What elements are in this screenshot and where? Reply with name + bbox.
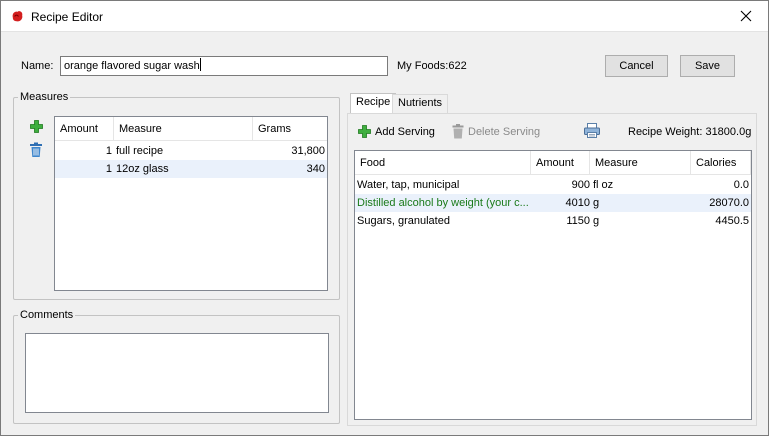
measures-table: Amount Measure Grams 1 full recipe 31,80… <box>54 116 328 291</box>
my-foods-count: My Foods:622 <box>397 60 467 72</box>
measure-grams: 340 <box>306 163 325 175</box>
add-icon <box>358 125 371 138</box>
food-measure: g <box>593 215 600 227</box>
tab-recipe-label: Recipe <box>356 96 391 108</box>
comments-legend: Comments <box>20 309 74 321</box>
measure-amount: 1 <box>105 163 112 175</box>
food-amount: 1150 <box>566 215 590 227</box>
trash-icon[interactable] <box>29 142 43 158</box>
recipe-foods-table: Food Amount Measure Calories Water, tap,… <box>354 150 752 420</box>
tab-nutrients[interactable]: Nutrients <box>392 94 449 113</box>
window-title: Recipe Editor <box>31 10 104 24</box>
column-header-calories[interactable]: Calories <box>691 151 751 175</box>
table-row[interactable]: Distilled alcohol by weight (your c... 4… <box>355 194 751 212</box>
name-label: Name: <box>21 60 54 72</box>
table-row[interactable]: Sugars, granulated 1150 g 4450.5 <box>355 212 751 230</box>
column-header-amount[interactable]: Amount <box>55 117 114 141</box>
tab-recipe[interactable]: Recipe <box>350 93 397 114</box>
delete-serving-label: Delete Serving <box>468 125 541 138</box>
food-measure: fl oz <box>593 179 614 191</box>
save-button-label: Save <box>694 60 721 72</box>
cancel-button[interactable]: Cancel <box>605 55 668 77</box>
food-name: Distilled alcohol by weight (your c... <box>357 197 529 209</box>
text-caret <box>199 58 201 71</box>
add-serving-label: Add Serving <box>375 125 435 138</box>
food-calories: 28070.0 <box>709 197 749 209</box>
measure-amount: 1 <box>105 145 112 157</box>
measures-table-header: Amount Measure Grams <box>55 117 327 141</box>
table-row[interactable]: 1 full recipe 31,800 <box>55 142 327 160</box>
measure-name: 12oz glass <box>116 163 169 175</box>
recipe-tab-panel: Add Serving Delete Serving Recipe Weight… <box>347 113 757 426</box>
table-row[interactable]: 1 12oz glass 340 <box>55 160 327 178</box>
food-calories: 0.0 <box>733 179 749 191</box>
food-measure: g <box>593 197 600 209</box>
measures-legend: Measures <box>20 91 69 103</box>
column-header-grams[interactable]: Grams <box>253 117 327 141</box>
measure-grams: 31,800 <box>291 145 325 157</box>
food-name: Sugars, granulated <box>357 215 450 227</box>
food-amount: 4010 <box>565 197 590 209</box>
app-logo-icon <box>12 11 23 22</box>
food-name: Water, tap, municipal <box>357 179 460 191</box>
delete-serving-button[interactable]: Delete Serving <box>452 124 540 139</box>
comments-textarea[interactable] <box>25 333 329 413</box>
food-amount: 900 <box>571 179 590 191</box>
print-icon[interactable] <box>584 123 600 138</box>
column-header-measure[interactable]: Measure <box>590 151 691 175</box>
column-header-measure[interactable]: Measure <box>114 117 253 141</box>
measure-name: full recipe <box>116 145 164 157</box>
recipe-table-header: Food Amount Measure Calories <box>355 151 751 175</box>
food-calories: 4450.5 <box>715 215 749 227</box>
trash-icon <box>452 124 464 139</box>
column-header-food[interactable]: Food <box>355 151 531 175</box>
cancel-button-label: Cancel <box>619 60 654 72</box>
close-icon <box>740 10 752 22</box>
recipe-editor-window: Recipe Editor Name: orange flavored suga… <box>0 0 769 436</box>
recipe-weight: Recipe Weight: 31800.0g <box>628 126 752 138</box>
table-row[interactable]: Water, tap, municipal 900 fl oz 0.0 <box>355 176 751 194</box>
name-input[interactable]: orange flavored sugar wash <box>60 56 388 76</box>
name-input-value: orange flavored sugar wash <box>64 60 200 72</box>
column-header-amount[interactable]: Amount <box>531 151 590 175</box>
title-bar: Recipe Editor <box>1 1 768 32</box>
add-serving-button[interactable]: Add Serving <box>358 125 435 138</box>
add-measure-icon[interactable] <box>30 120 43 133</box>
save-button[interactable]: Save <box>680 55 735 77</box>
tab-nutrients-label: Nutrients <box>398 97 443 109</box>
close-button[interactable] <box>724 1 768 31</box>
